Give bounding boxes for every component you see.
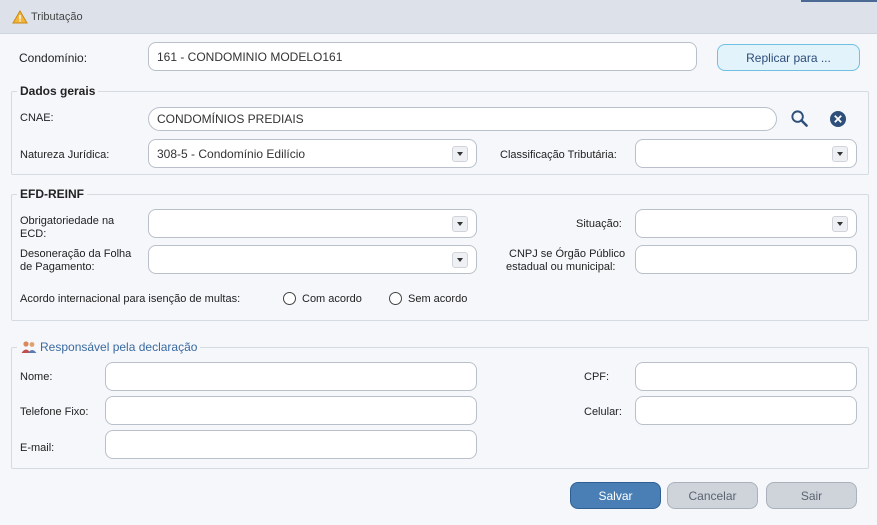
celular-field[interactable] [635,396,857,425]
chevron-down-icon[interactable] [452,215,468,232]
natureza-label: Natureza Jurídica: [20,149,110,161]
com-acordo-radio[interactable] [283,292,296,305]
chevron-down-icon[interactable] [452,251,468,268]
dados-gerais-title: Dados gerais [17,84,99,98]
users-icon [21,341,37,353]
cnpj-label-line1: CNPJ se Órgão Público [509,248,626,260]
condominio-field[interactable]: 161 - CONDOMINIO MODELO161 [148,42,697,71]
title-bar: Tributação [0,0,877,34]
cpf-label: CPF: [584,371,610,383]
desoneracao-select[interactable] [148,245,477,274]
natureza-value: 308-5 - Condomínio Edilício [157,146,306,161]
classificacao-select[interactable] [635,139,857,168]
condominio-value: 161 - CONDOMINIO MODELO161 [157,49,343,64]
window-title: Tributação [31,11,83,23]
salvar-button[interactable]: Salvar [570,482,661,509]
cnae-label: CNAE: [20,112,54,124]
obrigatoriedade-label-line1: Obrigatoriedade na [20,215,115,227]
cpf-field[interactable] [635,362,857,391]
clear-icon[interactable] [829,110,847,128]
desoneracao-label-line1: Desoneração da Folha [20,248,132,260]
chevron-down-icon[interactable] [832,145,848,162]
cnpj-field[interactable] [635,245,857,274]
condominio-label: Condomínio: [19,51,88,65]
telefone-field[interactable] [105,396,477,425]
sair-button[interactable]: Sair [766,482,857,509]
cancelar-button[interactable]: Cancelar [667,482,758,509]
sem-acordo-radio[interactable] [389,292,402,305]
com-acordo-label: Com acordo [302,293,362,305]
situacao-label: Situação: [576,218,622,230]
classificacao-label: Classificação Tributária: [500,149,617,161]
nome-field[interactable] [105,362,477,391]
warning-triangle-icon [12,10,28,24]
obrigatoriedade-label-line2: ECD: [20,228,47,240]
situacao-select[interactable] [635,209,857,238]
email-label: E-mail: [20,442,55,454]
email-field[interactable] [105,430,477,459]
telefone-label: Telefone Fixo: [20,406,89,418]
efd-reinf-title: EFD-REINF [17,187,87,201]
celular-label: Celular: [584,406,622,418]
replicar-button[interactable]: Replicar para ... [717,44,860,71]
acordo-label: Acordo internacional para isenção de mul… [20,293,241,305]
desoneracao-label-line2: de Pagamento: [20,261,95,273]
sem-acordo-label: Sem acordo [408,293,468,305]
title-bar-accent [801,0,877,2]
cnae-field[interactable]: CONDOMÍNIOS PREDIAIS [148,107,777,131]
chevron-down-icon[interactable] [832,215,848,232]
cnpj-label-line2: estadual ou municipal: [506,261,616,273]
nome-label: Nome: [20,371,53,383]
chevron-down-icon[interactable] [452,145,468,162]
natureza-select[interactable]: 308-5 - Condomínio Edilício [148,139,477,168]
cnae-value: CONDOMÍNIOS PREDIAIS [157,112,304,126]
search-icon[interactable] [790,109,809,128]
responsavel-title: Responsável pela declaração [40,340,198,354]
obrigatoriedade-select[interactable] [148,209,477,238]
responsavel-header: Responsável pela declaração [17,340,201,354]
